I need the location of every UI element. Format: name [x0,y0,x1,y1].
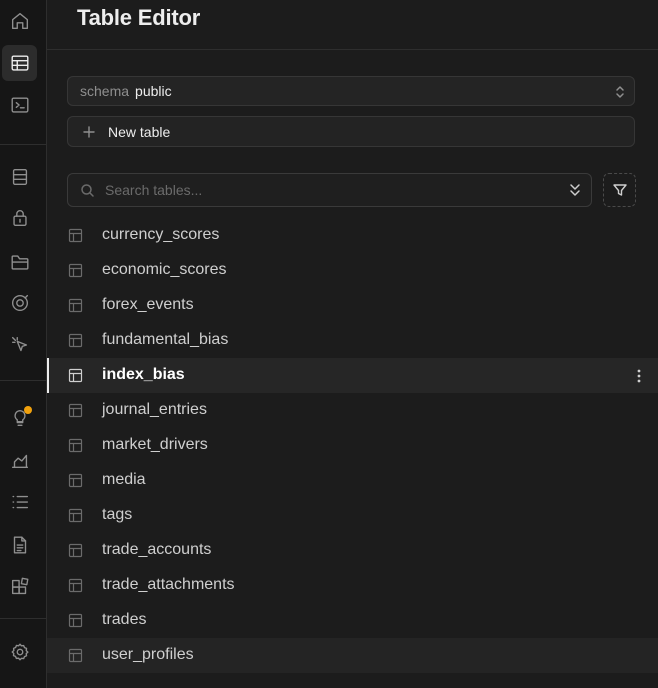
rail-divider-2 [0,380,46,381]
table-icon [68,578,83,593]
table-name: currency_scores [102,226,220,243]
filter-icon [612,184,627,196]
new-table-button[interactable]: New table [67,116,635,147]
table-row-media[interactable]: media [47,463,658,498]
table-icon [68,508,83,523]
table-name: forex_events [102,296,194,313]
table-icon [68,298,83,313]
schema-value: public [135,83,172,99]
new-table-label: New table [108,123,171,140]
table-row-journal_entries[interactable]: journal_entries [47,393,658,428]
notification-dot [24,406,32,414]
chevron-up-down-icon [614,84,626,100]
table-row-user_profiles[interactable]: user_profiles [47,638,658,673]
home-icon[interactable] [2,3,37,39]
realtime-icon[interactable] [2,285,37,321]
table-row-trade_attachments[interactable]: trade_attachments [47,568,658,603]
table-row-currency_scores[interactable]: currency_scores [47,218,658,253]
table-name: trade_attachments [102,576,235,593]
table-name: market_drivers [102,436,208,453]
table-editor-icon[interactable] [2,45,37,81]
search-icon [80,183,95,198]
table-name: trades [102,611,147,628]
table-name: economic_scores [102,261,227,278]
more-vertical-icon[interactable] [636,368,642,384]
panel-header: Table Editor [47,0,658,50]
table-editor-panel: Table Editor schema public New table cur… [47,0,658,688]
settings-icon[interactable] [2,634,37,670]
plus-icon [82,125,96,139]
schema-selector[interactable]: schema public [67,76,635,106]
table-name: tags [102,506,133,523]
schema-label: schema [80,83,130,99]
table-icon [68,403,83,418]
table-name: user_profiles [102,646,194,663]
table-icon [68,438,83,453]
table-icon [68,473,83,488]
table-row-market_drivers[interactable]: market_drivers [47,428,658,463]
table-name: trade_accounts [102,541,212,558]
search-tables [67,173,592,207]
table-name: media [102,471,146,488]
edge-functions-icon[interactable] [2,327,37,363]
page-title: Table Editor [77,5,201,30]
collapse-icon[interactable] [568,182,582,198]
table-row-trades[interactable]: trades [47,603,658,638]
logs-icon[interactable] [2,484,37,520]
search-input[interactable] [103,181,547,199]
table-icon [68,228,83,243]
table-row-fundamental_bias[interactable]: fundamental_bias [47,323,658,358]
table-name: index_bias [102,366,185,383]
database-icon[interactable] [2,159,37,195]
auth-icon[interactable] [2,200,37,236]
table-icon [68,543,83,558]
rail-divider [0,144,46,145]
table-icon [68,333,83,348]
table-name: journal_entries [102,401,207,418]
table-name: fundamental_bias [102,331,229,348]
table-row-tags[interactable]: tags [47,498,658,533]
rail-divider-3 [0,618,46,619]
sql-editor-icon[interactable] [2,87,37,123]
table-row-trade_accounts[interactable]: trade_accounts [47,533,658,568]
table-list: currency_scores economic_scores forex_even… [47,218,658,673]
icon-rail [0,0,47,688]
table-row-economic_scores[interactable]: economic_scores [47,253,658,288]
table-icon [68,368,83,383]
storage-icon[interactable] [2,244,37,280]
table-icon [68,263,83,278]
integrations-icon[interactable] [2,569,37,605]
api-docs-icon[interactable] [2,527,37,563]
filter-button[interactable] [603,173,636,207]
table-icon [68,648,83,663]
reports-icon[interactable] [2,442,37,478]
table-icon [68,613,83,628]
advisors-icon[interactable] [2,400,37,436]
table-row-index_bias[interactable]: index_bias [47,358,658,393]
table-row-forex_events[interactable]: forex_events [47,288,658,323]
